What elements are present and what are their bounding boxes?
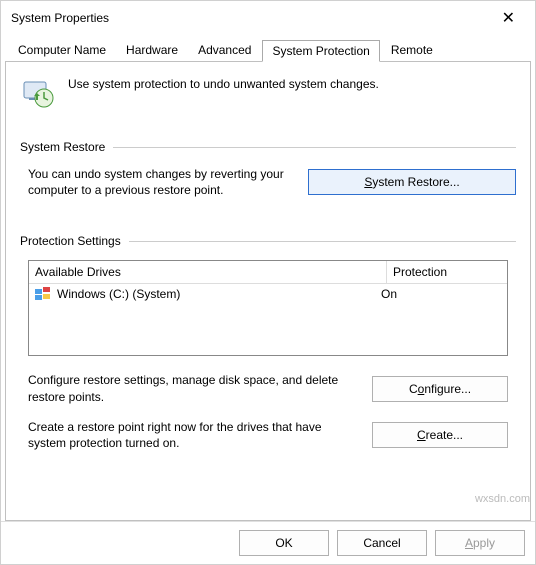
ok-button[interactable]: OK <box>239 530 329 556</box>
tab-remote[interactable]: Remote <box>382 40 442 62</box>
drive-protection-status: On <box>381 287 501 301</box>
configure-row: Configure restore settings, manage disk … <box>20 372 516 404</box>
protection-settings-header: Protection Settings <box>20 234 516 248</box>
apply-button[interactable]: Apply <box>435 530 525 556</box>
divider <box>113 147 516 148</box>
drive-icon <box>35 287 51 301</box>
configure-text: Configure restore settings, manage disk … <box>28 372 356 404</box>
system-restore-text: You can undo system changes by reverting… <box>28 166 292 198</box>
column-available-drives[interactable]: Available Drives <box>29 261 387 283</box>
column-protection[interactable]: Protection <box>387 261 507 283</box>
window-title: System Properties <box>11 11 109 25</box>
watermark: wxsdn.com <box>475 493 530 505</box>
system-restore-icon <box>20 76 54 110</box>
tab-computer-name[interactable]: Computer Name <box>9 40 115 62</box>
create-text: Create a restore point right now for the… <box>28 419 356 451</box>
table-row[interactable]: Windows (C:) (System) On <box>29 284 507 304</box>
cancel-button[interactable]: Cancel <box>337 530 427 556</box>
description-text: Use system protection to undo unwanted s… <box>68 76 379 93</box>
tabs: Computer Name Hardware Advanced System P… <box>1 39 535 61</box>
description-row: Use system protection to undo unwanted s… <box>20 76 516 110</box>
tab-hardware[interactable]: Hardware <box>117 40 187 62</box>
create-row: Create a restore point right now for the… <box>20 419 516 451</box>
system-restore-button[interactable]: System Restore... <box>308 169 516 195</box>
system-restore-label: System Restore <box>20 140 105 154</box>
system-restore-row: You can undo system changes by reverting… <box>20 166 516 198</box>
dialog-footer: OK Cancel Apply <box>1 521 535 564</box>
system-properties-window: System Properties ✕ Computer Name Hardwa… <box>0 0 536 565</box>
tab-advanced[interactable]: Advanced <box>189 40 260 62</box>
drives-table[interactable]: Available Drives Protection Windows (C:)… <box>28 260 508 356</box>
protection-settings-label: Protection Settings <box>20 234 121 248</box>
close-icon[interactable]: ✕ <box>492 6 525 30</box>
create-button[interactable]: Create... <box>372 422 508 448</box>
tab-panel: Use system protection to undo unwanted s… <box>5 61 531 521</box>
divider <box>129 241 516 242</box>
titlebar: System Properties ✕ <box>1 1 535 35</box>
configure-button[interactable]: Configure... <box>372 376 508 402</box>
tab-system-protection[interactable]: System Protection <box>262 40 379 62</box>
drives-table-header: Available Drives Protection <box>29 261 507 284</box>
system-restore-header: System Restore <box>20 140 516 154</box>
drive-name: Windows (C:) (System) <box>57 287 381 301</box>
